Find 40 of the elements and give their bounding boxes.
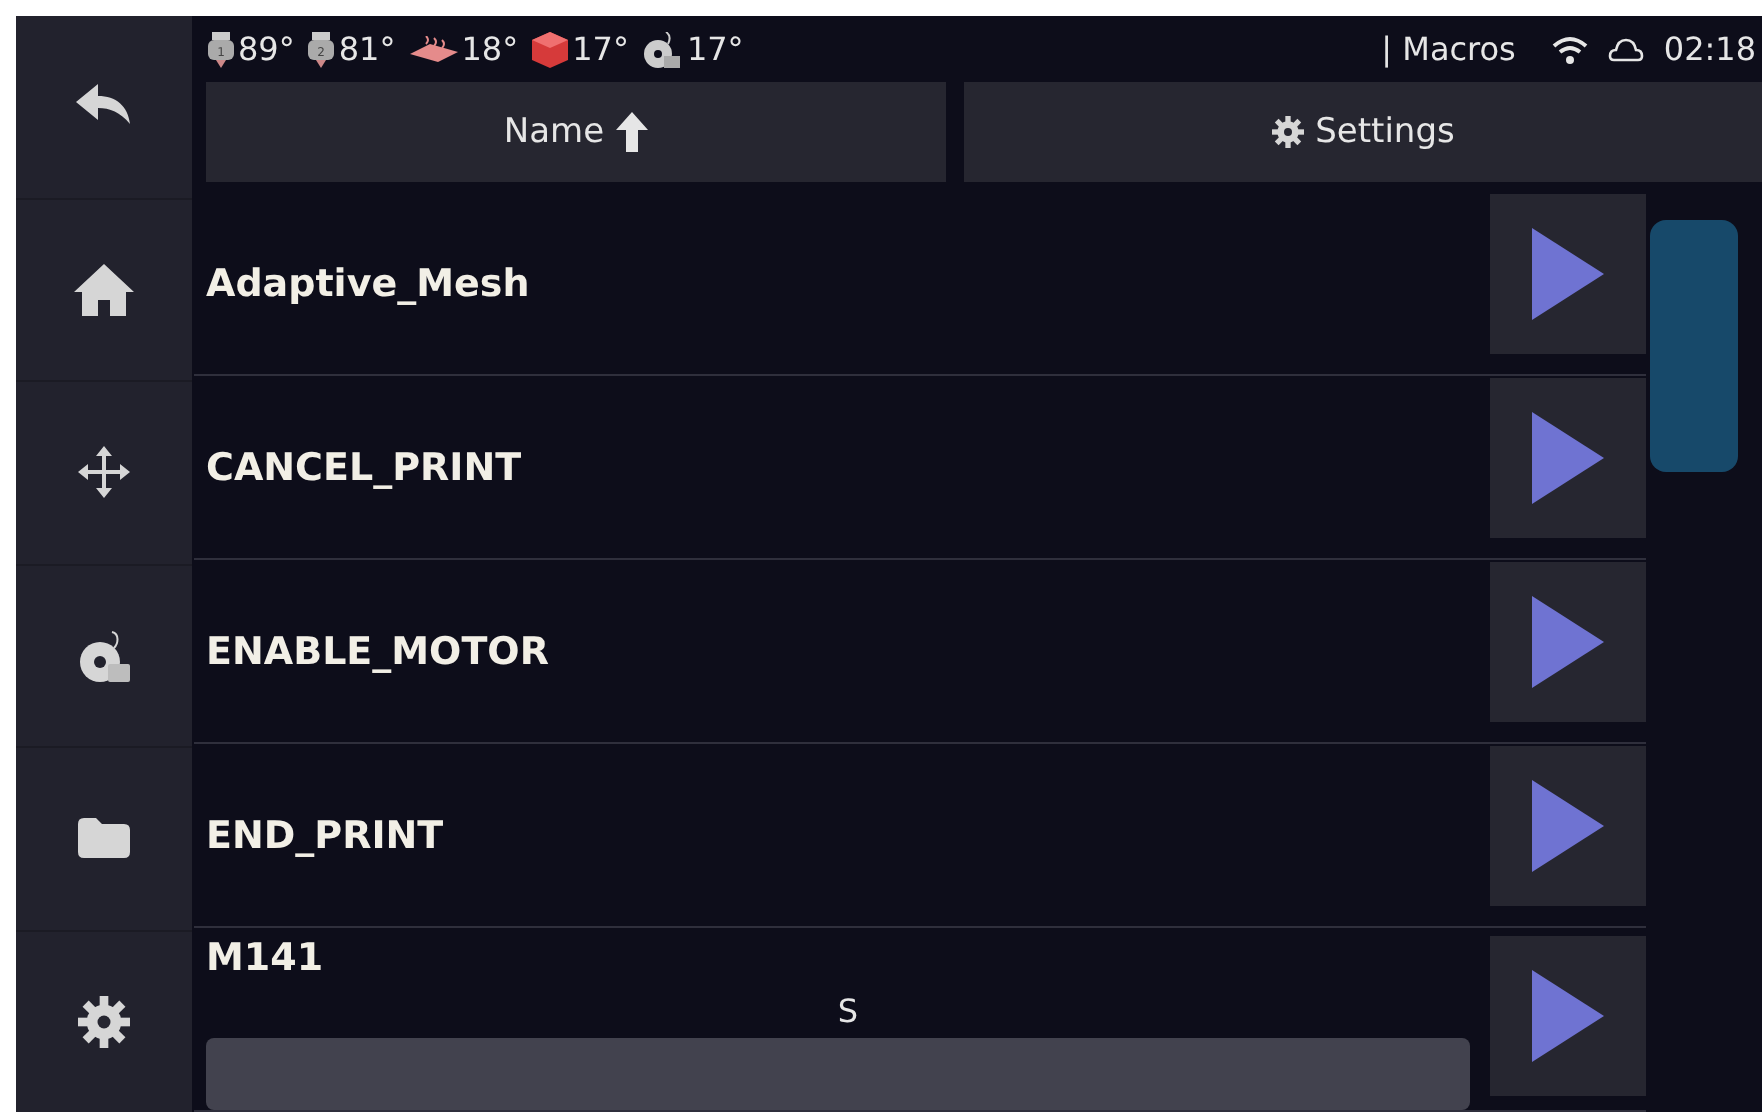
home-icon [72, 261, 136, 318]
sort-button[interactable]: Name [206, 82, 946, 182]
back-icon [76, 84, 132, 129]
settings-icon [1271, 116, 1304, 148]
play-icon [1532, 970, 1604, 1062]
spool-icon [642, 31, 683, 67]
play-icon [1532, 412, 1604, 504]
scrollbar-thumb[interactable] [1650, 220, 1738, 472]
wifi-icon [1551, 35, 1588, 63]
run-macro-button[interactable] [1490, 562, 1646, 722]
run-macro-button[interactable] [1490, 194, 1646, 354]
up-arrow-icon [616, 112, 649, 152]
folder-icon [78, 818, 130, 859]
run-macro-button[interactable] [1490, 378, 1646, 538]
play-icon [1532, 596, 1604, 688]
run-macro-button[interactable] [1490, 746, 1646, 906]
macro-name: CANCEL_PRINT [206, 445, 522, 489]
cube-icon [532, 31, 569, 67]
temperature-reading: 17° [686, 30, 744, 68]
cloud-icon [1607, 37, 1644, 61]
run-macro-button[interactable] [1490, 936, 1646, 1096]
macro-name: END_PRINT [206, 813, 444, 857]
temperature-reading: 89° [238, 30, 295, 68]
play-icon [1532, 780, 1604, 872]
temperature-reading: 18° [461, 30, 519, 68]
macro-name: M141 [206, 936, 324, 980]
move-arrows-icon [78, 446, 130, 499]
macro-name: ENABLE_MOTOR [206, 629, 549, 673]
temperature-reading: 81° [338, 30, 396, 68]
clock-time: 02:18 [1663, 30, 1756, 68]
settings-icon [78, 995, 130, 1048]
parameter-input-field[interactable] [206, 1038, 1470, 1110]
page-title: | Macros [1381, 30, 1516, 68]
temperature-reading: 17° [572, 30, 629, 68]
settings-button[interactable]: Settings [964, 82, 1762, 182]
spool-icon [76, 627, 132, 684]
macro-name: Adaptive_Mesh [206, 261, 530, 305]
play-icon [1532, 228, 1604, 320]
heated-bed-icon [409, 35, 458, 63]
parameter-label: S [837, 992, 859, 1030]
